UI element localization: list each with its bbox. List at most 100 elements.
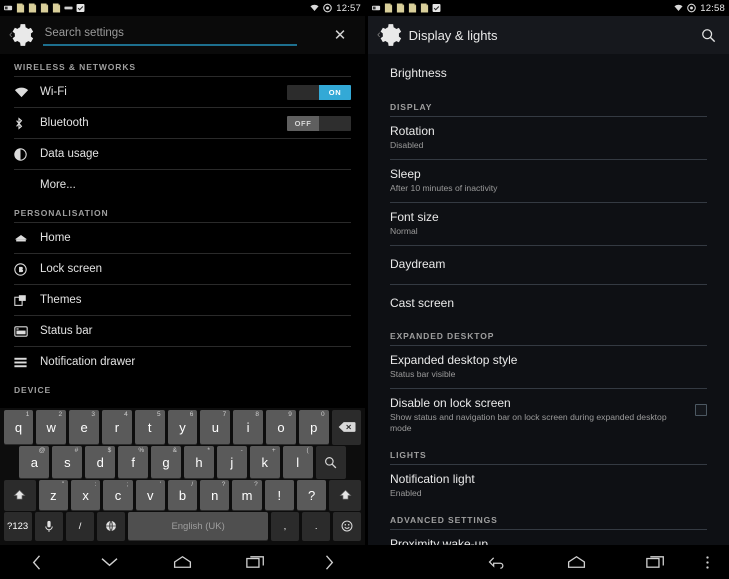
shift-icon[interactable] <box>3 480 36 510</box>
right-status-bar: 12:58 <box>368 0 729 16</box>
on-screen-keyboard[interactable]: 1q 2w 3e 4r 5t 6y 7u 8i 9o 0p @ a # s $ d %… <box>0 408 365 545</box>
nav-recents-icon[interactable] <box>219 545 292 579</box>
key-e[interactable]: 3e <box>69 410 99 444</box>
nav-back-arrow-icon[interactable] <box>457 545 536 579</box>
key-s[interactable]: # s <box>52 446 83 478</box>
key-slash[interactable]: / <box>65 512 95 540</box>
section-header-wireless: WIRELESS & NETWORKS <box>14 62 136 72</box>
emoji-icon[interactable] <box>333 512 362 540</box>
settings-row-label: Home <box>40 232 71 244</box>
wifi-toggle[interactable]: ON <box>287 84 351 100</box>
settings-row-notification-light[interactable]: Notification light Enabled <box>368 465 729 507</box>
search-input[interactable] <box>38 27 329 43</box>
nav-home-icon[interactable] <box>537 545 616 579</box>
space-key[interactable]: English (UK) <box>128 512 268 540</box>
settings-row-lock-screen[interactable]: Lock screen <box>0 254 365 284</box>
nav-hide-keyboard-icon[interactable] <box>73 545 146 579</box>
nav-back-chevron-icon[interactable] <box>0 545 73 579</box>
key-r[interactable]: 4r <box>101 410 132 444</box>
key-q[interactable]: 1q <box>3 410 34 444</box>
settings-row-disable-on-lock-screen[interactable]: Disable on lock screen Show status and n… <box>368 389 729 442</box>
settings-row-notification-drawer[interactable]: Notification drawer <box>0 347 365 377</box>
clear-search-icon[interactable]: ✕ <box>329 24 351 46</box>
settings-row-home[interactable]: Home <box>0 223 365 253</box>
key-f[interactable]: % f <box>118 446 149 478</box>
settings-row-themes[interactable]: Themes <box>0 285 365 315</box>
key-symbols[interactable]: ?123 <box>3 512 32 540</box>
key-label: s <box>64 454 71 470</box>
key-l[interactable]: (l <box>282 446 313 478</box>
settings-row-wifi[interactable]: Wi-Fi ON <box>0 77 365 107</box>
key-label: . <box>314 520 318 532</box>
key-k[interactable]: + k <box>249 446 280 478</box>
settings-row-daydream[interactable]: Daydream <box>368 246 729 284</box>
left-status-time: 12:57 <box>336 2 361 14</box>
settings-list: WIRELESS & NETWORKS Wi-Fi ON Bluetooth O… <box>0 54 365 399</box>
key-u[interactable]: 7u <box>200 410 231 444</box>
search-icon[interactable] <box>695 22 721 48</box>
key-n[interactable]: ? n <box>200 480 230 510</box>
disable-on-lock-screen-checkbox[interactable] <box>695 404 707 416</box>
bluetooth-toggle[interactable]: OFF <box>287 115 351 131</box>
key-exclamation[interactable]: ! <box>264 480 294 510</box>
key-i[interactable]: 8i <box>233 410 264 444</box>
key-w[interactable]: 2w <box>36 410 67 444</box>
key-g[interactable]: & g <box>151 446 181 478</box>
key-question[interactable]: ? <box>296 480 327 510</box>
note-icon <box>40 3 49 13</box>
key-hint: 3 <box>91 411 95 418</box>
key-label: u <box>211 419 219 435</box>
key-hint: 2 <box>58 411 63 418</box>
nav-home-icon[interactable] <box>146 545 219 579</box>
toggle-on-label <box>319 115 351 131</box>
key-v[interactable]: ' v <box>135 480 165 510</box>
key-hint: @ <box>38 447 46 454</box>
backspace-icon[interactable] <box>331 410 362 444</box>
dual-screenshot: 12:57 ‹ ✕ WIRELESS & NETWORKS Wi-Fi <box>0 0 729 579</box>
settings-row-expanded-desktop-style[interactable]: Expanded desktop style Status bar visibl… <box>368 346 729 388</box>
globe-icon[interactable] <box>97 512 126 540</box>
key-j[interactable]: -j <box>216 446 247 478</box>
key-d[interactable]: $ d <box>85 446 116 478</box>
search-field-wrapper[interactable] <box>38 22 329 48</box>
key-hint: 6 <box>189 411 194 418</box>
keyboard-row-2: @ a # s $ d % f & g * h -j + k (l <box>0 446 365 478</box>
key-a[interactable]: @ a <box>19 446 50 478</box>
key-y[interactable]: 6y <box>167 410 198 444</box>
row-summary: Normal <box>390 226 418 236</box>
key-x[interactable]: :x <box>71 480 101 510</box>
row-title: Cast screen <box>390 296 455 310</box>
settings-row-cast-screen[interactable]: Cast screen <box>368 285 729 323</box>
settings-row-rotation[interactable]: Rotation Disabled <box>368 117 729 159</box>
settings-row-sleep[interactable]: Sleep After 10 minutes of inactivity <box>368 160 729 202</box>
nav-recents-icon[interactable] <box>616 545 695 579</box>
notification-drawer-icon <box>14 357 36 368</box>
shift-icon[interactable] <box>329 480 362 510</box>
key-t[interactable]: 5t <box>134 410 165 444</box>
note-icon <box>16 3 25 13</box>
nav-forward-chevron-icon[interactable] <box>292 545 365 579</box>
settings-row-data-usage[interactable]: Data usage <box>0 139 365 169</box>
key-o[interactable]: 9o <box>266 410 296 444</box>
mic-icon[interactable] <box>34 512 63 540</box>
key-hint: 1 <box>25 411 30 418</box>
key-label: c <box>114 487 122 503</box>
settings-row-more[interactable]: More... <box>0 170 365 200</box>
settings-row-font-size[interactable]: Font size Normal <box>368 203 729 245</box>
settings-row-bluetooth[interactable]: Bluetooth OFF <box>0 108 365 138</box>
key-period[interactable]: . <box>302 512 331 540</box>
key-label: / <box>78 520 82 532</box>
key-c[interactable]: ; c <box>103 480 133 510</box>
settings-gear-icon[interactable] <box>377 22 403 48</box>
settings-row-brightness[interactable]: Brightness <box>368 54 729 94</box>
key-m[interactable]: ? m <box>232 480 262 510</box>
key-h[interactable]: * h <box>184 446 214 478</box>
key-b[interactable]: / b <box>167 480 198 510</box>
nav-overflow-menu-icon[interactable] <box>695 545 719 579</box>
key-p[interactable]: 0p <box>298 410 329 444</box>
key-z[interactable]: " z <box>38 480 69 510</box>
settings-gear-icon[interactable] <box>9 22 35 48</box>
search-key-icon[interactable] <box>315 446 346 478</box>
key-comma[interactable]: , <box>270 512 300 540</box>
settings-row-status-bar[interactable]: Status bar <box>0 316 365 346</box>
